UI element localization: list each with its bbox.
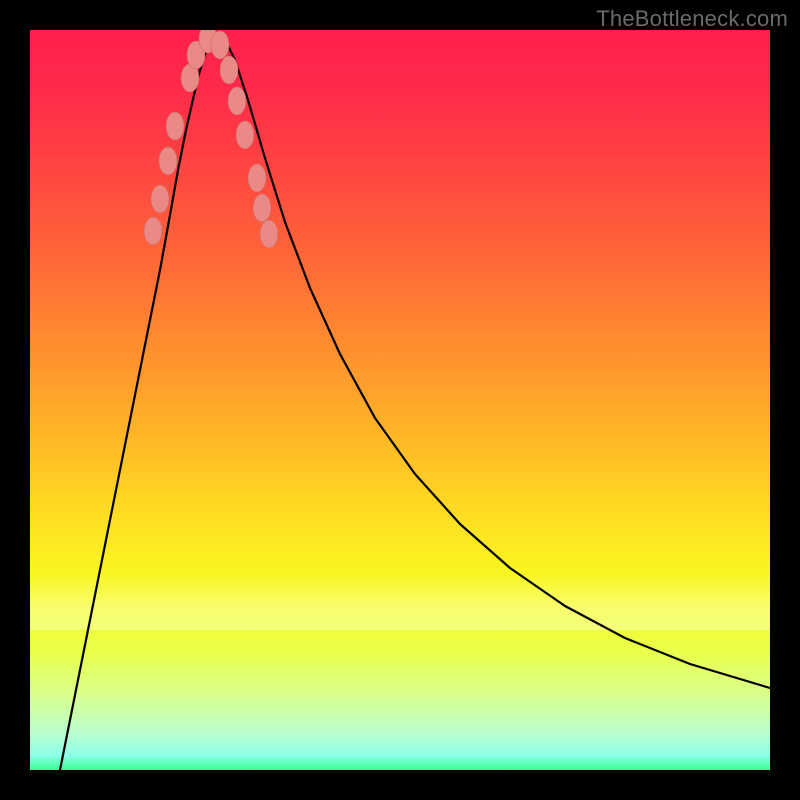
bottleneck-curve: [60, 34, 770, 770]
bead: [220, 56, 238, 84]
bead: [228, 87, 246, 115]
curve-layer: [30, 30, 770, 770]
bead: [159, 147, 177, 175]
plot-area: [30, 30, 770, 770]
chart-frame: TheBottleneck.com: [0, 0, 800, 800]
bead: [260, 220, 278, 248]
bead: [144, 217, 162, 245]
bead: [211, 31, 229, 59]
bead: [166, 112, 184, 140]
bead: [253, 194, 271, 222]
watermark-text: TheBottleneck.com: [596, 6, 788, 32]
bead: [151, 185, 169, 213]
bead: [236, 121, 254, 149]
bead-cluster: [144, 30, 278, 248]
bead: [248, 164, 266, 192]
